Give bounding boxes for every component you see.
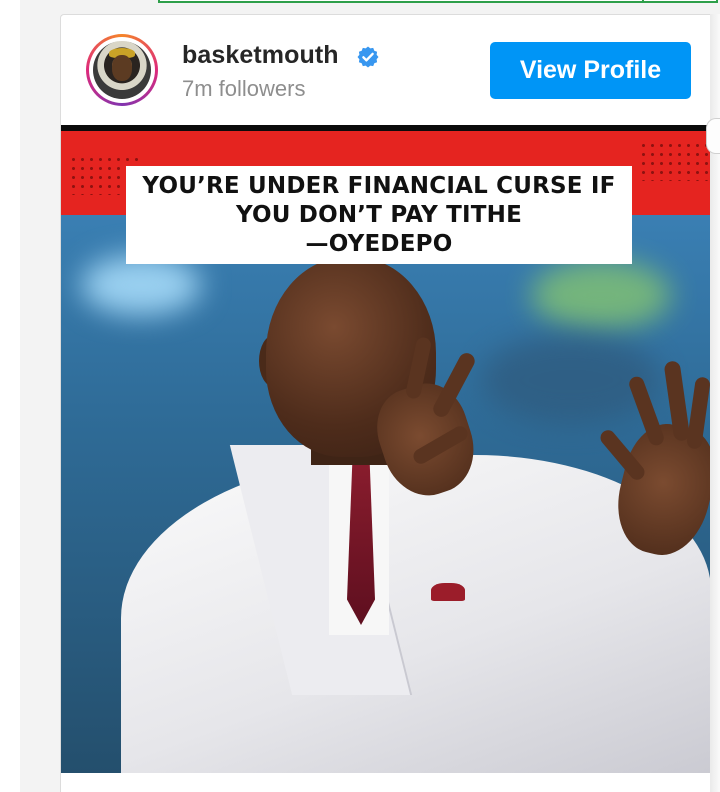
top-embed-box-divider bbox=[642, 0, 644, 3]
headline-line: YOU’RE UNDER FINANCIAL CURSE IF bbox=[142, 172, 616, 199]
verified-badge-icon bbox=[357, 46, 379, 68]
headline-line: —OYEDEPO bbox=[305, 230, 453, 257]
stage-light bbox=[531, 260, 671, 330]
stage-light bbox=[81, 255, 201, 315]
avatar bbox=[93, 41, 151, 99]
instagram-embed-card: basketmouth 7m followers View Profile YO… bbox=[60, 14, 720, 792]
view-profile-button[interactable]: View Profile bbox=[490, 42, 691, 99]
top-embed-box bbox=[158, 0, 718, 3]
profile-header: basketmouth 7m followers View Profile bbox=[61, 15, 720, 125]
headline-box: YOU’RE UNDER FINANCIAL CURSE IF YOU DON’… bbox=[126, 166, 632, 264]
pocket-square bbox=[431, 583, 465, 601]
avatar-story-ring[interactable] bbox=[86, 34, 158, 106]
scroll-handle[interactable] bbox=[706, 118, 720, 154]
page-left-gutter bbox=[0, 0, 20, 792]
profile-username[interactable]: basketmouth bbox=[182, 41, 339, 70]
banner-dot-pattern-right bbox=[639, 141, 709, 181]
follower-count: 7m followers bbox=[182, 76, 306, 101]
headline-line: YOU DON’T PAY TITHE bbox=[235, 201, 523, 228]
post-image[interactable]: YOU’RE UNDER FINANCIAL CURSE IF YOU DON’… bbox=[61, 125, 720, 773]
post-footer-area bbox=[61, 773, 720, 792]
